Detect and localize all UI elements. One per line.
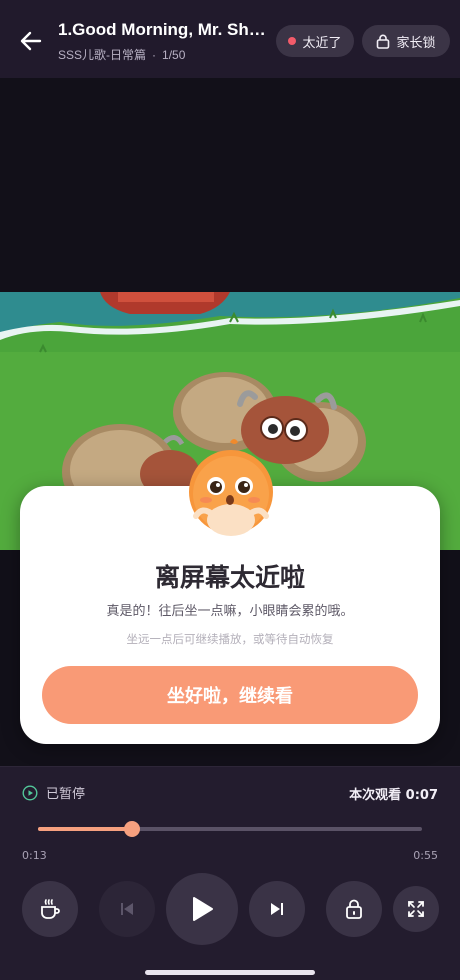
paused-label: 已暂停 [46,787,86,802]
video-letterbox-top [0,78,460,292]
coffee-cup-icon [41,899,60,919]
fullscreen-icon [408,901,424,917]
play-button[interactable] [166,873,238,945]
dialog-title: 离屏幕太近啦 [154,563,305,592]
lock-icon [346,899,362,919]
screen-lock-button[interactable] [326,881,382,937]
skip-previous-icon [121,903,133,915]
seek-bar-progress [38,827,133,831]
alert-dot-icon [288,37,297,45]
series-name: SSS儿歌-日常篇 [58,48,147,62]
continue-watching-button[interactable]: 坐好啦，继续看 [42,666,418,724]
parental-lock-label: 家长锁 [396,35,436,51]
too-close-badge[interactable]: 太近了 [276,25,354,57]
episode-index: 1/50 [162,48,186,62]
parental-lock-button[interactable]: 家长锁 [362,25,450,57]
play-icon [193,897,213,921]
top-bar: 1.Good Morning, Mr. Sheep SSS儿歌-日常篇 · 1/50… [0,0,460,78]
arrow-left-icon [20,31,42,51]
dialog-hint: 坐远一点后可继续播放，或等待自动恢复 [126,632,334,646]
total-duration: 0:55 [413,849,438,862]
separator: · [152,48,157,62]
seek-bar-thumb[interactable] [124,821,141,837]
player-controls: 已暂停 本次观看 0:07 0:13 0:55 [0,766,460,980]
next-button[interactable] [249,881,305,937]
skip-next-icon [271,903,283,915]
seek-bar[interactable] [38,821,422,837]
fullscreen-button[interactable] [393,886,439,932]
back-button[interactable] [14,24,48,58]
session-watch-time: 本次观看 0:07 [349,788,438,803]
break-button[interactable] [22,881,78,937]
previous-button[interactable] [99,881,155,937]
too-close-label: 太近了 [302,35,342,51]
lock-icon [377,34,390,49]
play-circle-icon [22,784,38,801]
home-indicator[interactable] [145,970,315,975]
playback-status: 已暂停 [22,783,85,802]
video-title: 1.Good Morning, Mr. Sheep [58,20,273,39]
video-subtitle: SSS儿歌-日常篇 · 1/50 [58,46,185,63]
mascot-chick-icon [189,439,273,536]
current-time: 0:13 [22,849,47,862]
dialog-description: 真是的！往后坐一点嘛，小眼睛会累的哦。 [106,604,354,619]
